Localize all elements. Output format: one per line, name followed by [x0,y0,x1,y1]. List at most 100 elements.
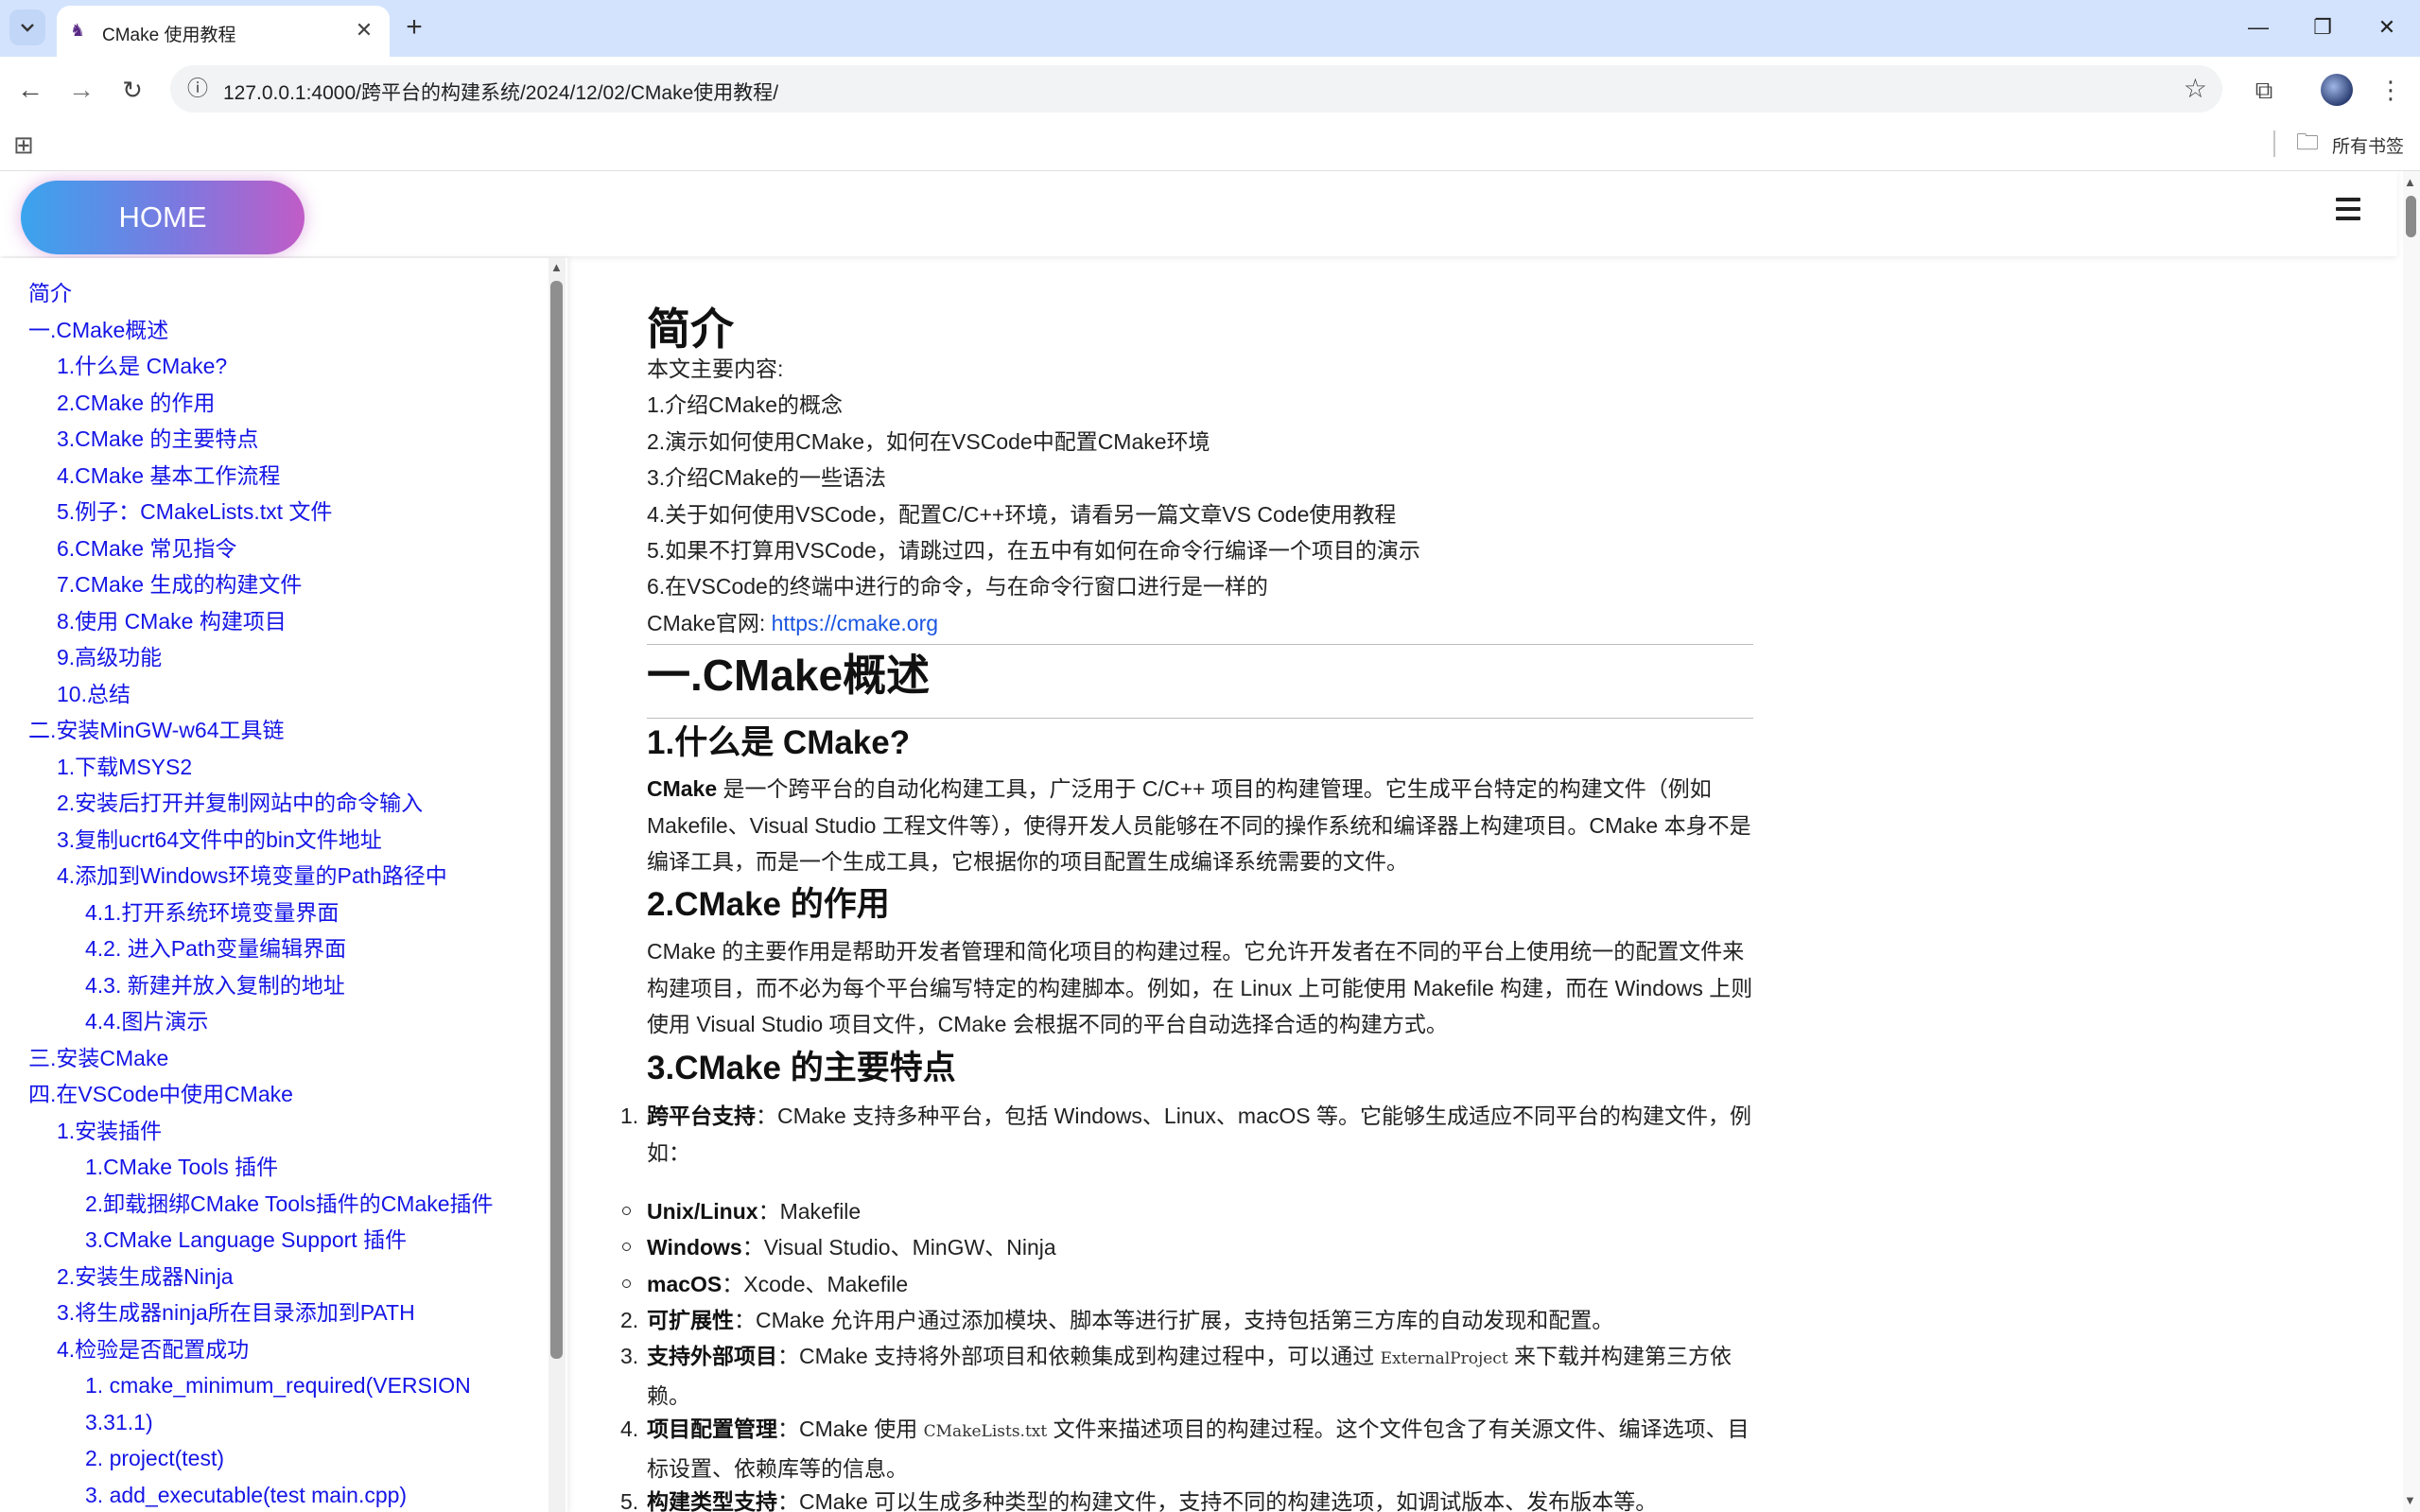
divider [647,644,1753,645]
toc-link[interactable]: 四.在VSCode中使用CMake [28,1080,293,1108]
toc-link[interactable]: 一.CMake概述 [28,316,168,344]
toc-link[interactable]: 4.添加到Windows环境变量的Path路径中 [57,861,447,890]
forward-arrow-icon[interactable]: → [61,69,102,111]
toc-link[interactable]: 3.将生成器ninja所在目录添加到PATH [57,1298,415,1327]
feature-item: 项目配置管理：CMake 使用 CMakeLists.txt 文件来描述项目的构… [647,1411,1753,1486]
toc-link[interactable]: 1.CMake Tools 插件 [85,1153,278,1181]
hamburger-menu-icon[interactable] [2336,198,2360,226]
list-number: 3. [620,1344,639,1368]
home-button[interactable]: HOME [21,181,305,254]
feature-title: 支持外部项目 [647,1344,777,1368]
subheading-what-is-cmake: 1.什么是 CMake? [647,724,911,761]
bullet-circle-icon [622,1207,631,1215]
toc-link[interactable]: 4.2. 进入Path变量编辑界面 [85,934,346,963]
toc-link[interactable]: 简介 [28,279,72,307]
minimize-window-icon[interactable]: — [2230,8,2287,47]
bookmarks-divider [2273,130,2275,157]
bullet-circle-icon [622,1279,631,1288]
chevron-down-icon [21,24,34,32]
toc-scroll-up-arrow-icon[interactable]: ▲ [550,260,563,274]
toc-link[interactable]: 2.CMake 的作用 [57,389,215,417]
feature-title: 构建类型支持 [647,1489,777,1512]
cmake-role-paragraph: CMake 的主要作用是帮助开发者管理和简化项目的构建过程。它允许开发者在不同的… [647,939,1753,1036]
toc-link[interactable]: 4.检验是否配置成功 [57,1335,249,1364]
feature-title: 跨平台支持 [647,1104,756,1128]
feature-item: 可扩展性：CMake 允许用户通过添加模块、脚本等进行扩展，支持包括第三方库的自… [647,1302,1613,1338]
inline-code: CMakeLists.txt [923,1422,1048,1441]
inline-code: ExternalProject [1380,1349,1508,1368]
feature-item: 支持外部项目：CMake 支持将外部项目和依赖集成到构建过程中，可以通过 Ext… [647,1338,1753,1414]
section-heading-overview: 一.CMake概述 [647,651,931,700]
profile-avatar[interactable] [2321,74,2353,106]
toc-link[interactable]: 4.3. 新建并放入复制的地址 [85,971,345,999]
feature-title: 可扩展性 [647,1308,734,1332]
site-favicon-icon: ♞ [70,21,86,40]
platform-name: Unix/Linux [647,1199,758,1224]
toc-link[interactable]: 6.CMake 常见指令 [57,534,236,563]
close-window-icon[interactable]: ✕ [2359,8,2415,47]
back-arrow-icon[interactable]: ← [9,69,51,111]
toc-link[interactable]: 4.4.图片演示 [85,1007,208,1035]
subheading-features: 3.CMake 的主要特点 [647,1050,956,1086]
toc-link[interactable]: 1.安装插件 [57,1117,162,1145]
intro-line: 3.介绍CMake的一些语法 [647,465,887,490]
list-number: 2. [620,1308,639,1332]
toc-link[interactable]: 2.卸载捆绑CMake Tools插件的CMake插件 [85,1190,494,1218]
toc-link[interactable]: 3. add_executable(test main.cpp) [85,1481,407,1509]
toc-link[interactable]: 8.使用 CMake 构建项目 [57,607,287,635]
toc-scrollbar-thumb[interactable] [550,281,563,1359]
all-bookmarks-label[interactable]: 所有书签 [2332,132,2404,158]
table-of-contents: 简介一.CMake概述 1.什么是 CMake? 2.CMake 的作用 3.CMak… [0,258,567,1512]
folder-icon[interactable]: 🗀 [2296,129,2319,157]
official-site-line: CMake官网: https://cmake.org [647,605,938,641]
toc-link[interactable]: 3.CMake Language Support 插件 [85,1225,407,1254]
what-is-cmake-paragraph: CMake 是一个跨平台的自动化构建工具，广泛用于 C/C++ 项目的构建管理。… [647,771,1753,880]
toc-link[interactable]: 二.安装MinGW-w64工具链 [28,716,285,744]
toc-link[interactable]: 1. cmake_minimum_required(VERSION [85,1371,471,1399]
more-menu-icon[interactable]: ⋮ [2370,69,2411,111]
official-site-label: CMake官网: [647,611,772,635]
apps-grid-icon[interactable]: ⊞ [13,130,34,159]
toc-link[interactable]: 2.安装生成器Ninja [57,1262,234,1291]
platform-name: macOS [647,1272,723,1296]
feature-item: 跨平台支持：CMake 支持多种平台，包括 Windows、Linux、macO… [647,1098,1753,1171]
bookmark-star-icon[interactable]: ☆ [2184,73,2207,105]
subheading-cmake-role: 2.CMake 的作用 [647,886,890,923]
address-bar[interactable]: ⓘ 127.0.0.1:4000/跨平台的构建系统/2024/12/02/CMa… [170,65,2222,113]
toc-link[interactable]: 1.下载MSYS2 [57,753,192,781]
list-number: 4. [620,1416,639,1441]
toc-link[interactable]: 3.CMake 的主要特点 [57,425,258,453]
official-site-link[interactable]: https://cmake.org [772,611,938,635]
scroll-up-arrow-icon[interactable]: ▲ [2404,175,2416,189]
tab-title: CMake 使用教程 [102,26,236,45]
new-tab-button[interactable]: + [397,11,431,45]
page-scrollbar-thumb[interactable] [2406,196,2416,237]
bookmarks-bar: ⊞ 🗀 所有书签 [0,121,2420,171]
intro-heading: 简介 [647,304,734,354]
browser-tab-active[interactable]: ♞ CMake 使用教程 ✕ [57,6,390,57]
url-text[interactable]: 127.0.0.1:4000/跨平台的构建系统/2024/12/02/CMake… [223,78,778,106]
platform-tools: ：Makefile [757,1199,862,1224]
toc-link[interactable]: 1.什么是 CMake? [57,352,227,380]
reload-icon[interactable]: ↻ [112,69,153,111]
feature-text: ：CMake 支持将外部项目和依赖集成到构建过程中，可以通过 [777,1344,1381,1368]
toc-link[interactable]: 3.复制ucrt64文件中的bin文件地址 [57,826,382,854]
toc-link[interactable]: 三.安装CMake [28,1044,168,1072]
toc-link[interactable]: 7.CMake 生成的构建文件 [57,570,302,599]
close-tab-icon[interactable]: ✕ [350,16,378,44]
page-scrollbar[interactable] [2403,171,2420,1512]
tab-search-button[interactable] [9,9,45,45]
restore-window-icon[interactable]: ❐ [2294,8,2351,47]
toc-link[interactable]: 4.CMake 基本工作流程 [57,461,280,490]
toc-link[interactable]: 10.总结 [57,680,131,708]
extensions-puzzle-icon[interactable]: ⧉ [2243,69,2285,111]
toc-link[interactable]: 5.例子：CMakeLists.txt 文件 [57,497,332,526]
toc-link[interactable]: 2. project(test) [85,1444,224,1472]
site-info-icon[interactable]: ⓘ [182,73,214,105]
toc-link[interactable]: 2.安装后打开并复制网站中的命令输入 [57,789,423,817]
intro-line: 6.在VSCode的终端中进行的命令，与在命令行窗口进行是一样的 [647,574,1268,599]
toc-link[interactable]: 9.高级功能 [57,643,162,671]
toc-link[interactable]: 4.1.打开系统环境变量界面 [85,898,339,927]
toc-link[interactable]: 3.31.1) [85,1408,153,1436]
scroll-down-arrow-icon[interactable]: ▼ [2404,1493,2416,1507]
